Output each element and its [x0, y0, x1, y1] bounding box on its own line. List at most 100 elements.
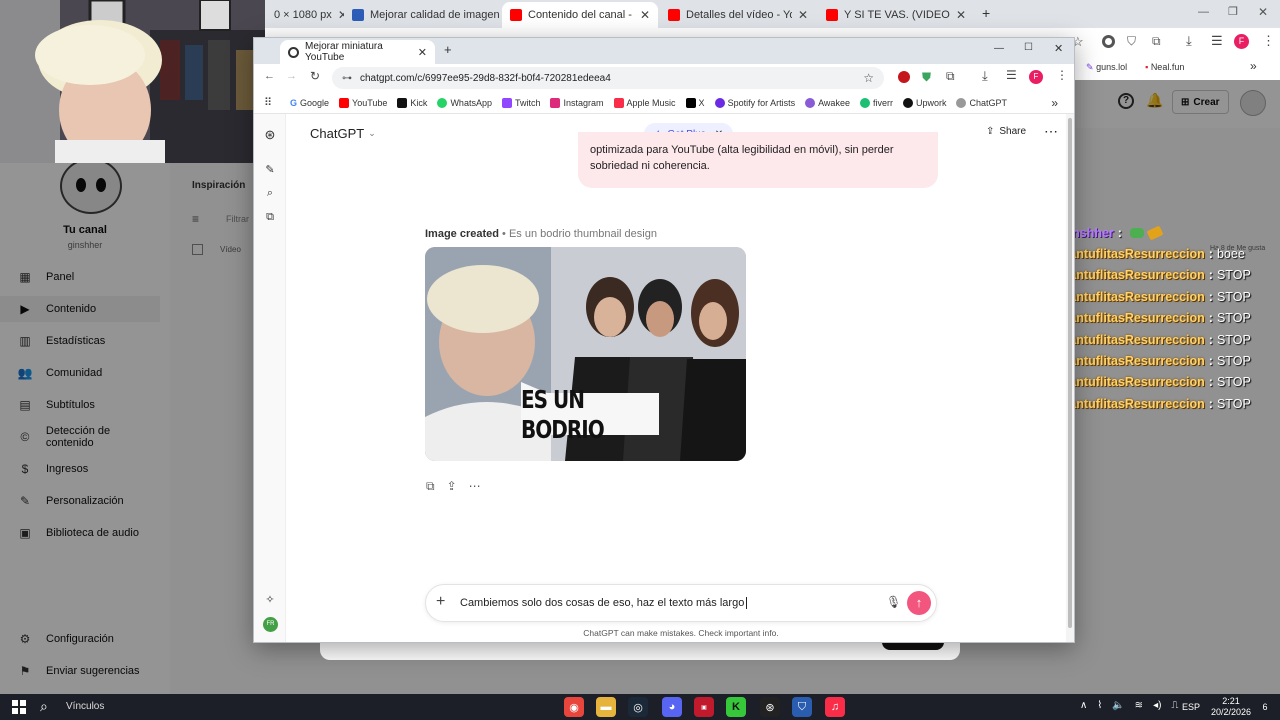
model-selector[interactable]: ChatGPT ⌄ [310, 126, 376, 141]
bookmark-upwork[interactable]: Upwork [902, 97, 946, 108]
network-icon[interactable]: ⌇ [1097, 700, 1102, 711]
minimize-icon[interactable]: — [994, 43, 1004, 54]
new-chat-icon[interactable]: ✎ [263, 162, 277, 176]
steam-app-icon[interactable]: ◎ [628, 697, 648, 717]
bookmark-youtube[interactable]: YouTube [339, 97, 387, 108]
generated-thumbnail-image[interactable]: ES UN BODRIO [425, 247, 746, 461]
extension-icon[interactable] [1102, 35, 1115, 48]
reload-icon[interactable]: ↻ [310, 69, 320, 83]
more-options-icon[interactable]: ⋯ [1044, 123, 1058, 140]
address-bar[interactable]: ⊶ chatgpt.com/c/6997ee95-29d8-832f-b0f4-… [332, 67, 884, 89]
volume-icon[interactable]: ◂) [1153, 700, 1161, 711]
menu-icon[interactable]: ⋮ [1262, 33, 1275, 49]
bookmark-whatsapp[interactable]: WhatsApp [437, 97, 492, 108]
profile-icon[interactable]: F [1029, 70, 1043, 84]
bg-tab-4[interactable]: Y SI TE VAS. (VIDEO OFICIAL) - ✕ [818, 2, 974, 28]
shield-icon[interactable]: ⛊ [922, 70, 931, 85]
bg-tab-1[interactable]: Mejorar calidad de imagen onl✕ [344, 2, 502, 28]
start-icon[interactable] [12, 700, 26, 714]
share-button[interactable]: ⇪ Share [986, 126, 1026, 137]
close-icon[interactable]: ✕ [640, 8, 650, 22]
star-icon[interactable]: ☆ [863, 71, 874, 85]
bookmark-instagram[interactable]: Instagram [550, 97, 604, 108]
tab-mejorar-miniatura[interactable]: Mejorar miniatura YouTube ✕ [280, 40, 435, 64]
openai-app-icon[interactable]: ⊛ [760, 697, 780, 717]
adblock-icon[interactable] [898, 71, 910, 83]
close-icon[interactable]: ✕ [798, 8, 808, 22]
bg-tab-3[interactable]: Detalles del vídeo - YouTube St ✕ [660, 2, 816, 28]
bookmark-apple-music[interactable]: Apple Music [613, 97, 676, 108]
obs-voice-app-icon[interactable]: ▣ [694, 697, 714, 717]
bookmark-nealfun[interactable]: ▪ Neal.fun [1145, 62, 1184, 73]
apps-grid-icon[interactable]: ⠿ [264, 96, 272, 109]
minimize-icon[interactable]: — [1198, 6, 1209, 18]
back-icon[interactable]: ← [264, 70, 275, 82]
puzzle-icon[interactable]: ⧉ [946, 69, 955, 84]
close-window-icon[interactable]: ✕ [1054, 42, 1063, 55]
site-info-icon[interactable]: ⊶ [342, 73, 352, 84]
prompt-input[interactable]: Cambiemos solo dos cosas de eso, haz el … [460, 597, 748, 609]
bookmark-gunslol[interactable]: ✎ guns.lol [1086, 62, 1127, 73]
search-icon[interactable]: ⌕ [263, 186, 277, 200]
bookmark-twitch[interactable]: Twitch [501, 97, 540, 108]
new-tab-icon[interactable]: + [444, 42, 452, 57]
library-icon[interactable]: ⧉ [263, 210, 277, 224]
send-button[interactable]: ↑ [907, 591, 931, 615]
bookmark-chatgpt[interactable]: ChatGPT [956, 97, 1007, 108]
menu-icon[interactable]: ⋮ [1056, 68, 1068, 82]
taskbar-search-label[interactable]: Vínculos [66, 701, 104, 712]
search-icon[interactable]: ⌕ [40, 698, 48, 715]
media-icon[interactable]: ☰ [1006, 68, 1017, 82]
chatgpt-browser-window: Mejorar miniatura YouTube ✕ + — ☐ ✕ ← → … [253, 37, 1075, 643]
forward-icon[interactable]: → [286, 70, 297, 82]
shield-icon[interactable]: ⛉ [1127, 34, 1136, 49]
notification-count[interactable]: 6 [1258, 700, 1272, 714]
maximize-icon[interactable]: ❐ [1228, 5, 1238, 18]
file-explorer-icon[interactable]: ▬ [596, 697, 616, 717]
openai-logo-icon[interactable]: ⊛ [263, 127, 277, 142]
plus-icon[interactable]: + [436, 593, 445, 611]
more-bookmarks-icon[interactable]: » [1051, 96, 1058, 110]
bookmark-fiverr[interactable]: fiverr [859, 97, 893, 108]
download-icon[interactable]: ⤓ [982, 68, 988, 84]
sparkle-icon[interactable]: ✧ [263, 592, 277, 606]
chat-separator: : [1208, 311, 1213, 326]
apple-music-app-icon[interactable]: ♫ [825, 697, 845, 717]
copy-icon[interactable]: ⧉ [426, 479, 435, 494]
bookmark-spotify[interactable]: Spotify for Artists [714, 97, 795, 108]
profile-icon[interactable]: F [1234, 34, 1249, 49]
bookmark-x[interactable]: X [685, 97, 705, 108]
scrollbar[interactable] [1066, 114, 1074, 642]
media-icon[interactable]: ☰ [1211, 33, 1223, 49]
wifi-icon[interactable]: ≋ [1135, 700, 1143, 711]
bg-tab-2[interactable]: Contenido del canal - YouTube ✕ [502, 2, 658, 28]
language-indicator[interactable]: ESP [1182, 702, 1200, 712]
kick-app-icon[interactable]: K [726, 697, 746, 717]
close-window-icon[interactable]: ✕ [1258, 5, 1268, 19]
bookmark-google[interactable]: G Google [290, 98, 329, 108]
bg-tab-0[interactable]: 0 × 1080 px ✕ [266, 2, 344, 28]
image-created-caption: Image created • Es un bodrio thumbnail d… [425, 228, 657, 240]
power-icon[interactable]: ⎍ [1171, 700, 1178, 711]
more-bookmarks-icon[interactable]: » [1250, 59, 1257, 73]
speaker-icon[interactable]: 🔈 [1112, 700, 1124, 711]
tray-chevron-icon[interactable]: ∧ [1080, 700, 1087, 711]
close-icon[interactable]: ✕ [956, 8, 966, 22]
download-icon[interactable]: ⤓ [1186, 33, 1192, 49]
clock[interactable]: 2:21 20/2/2026 [1206, 696, 1256, 718]
shield-app-icon[interactable]: ⛉ [792, 697, 812, 717]
chrome-app-icon[interactable]: ◉ [564, 697, 584, 717]
maximize-icon[interactable]: ☐ [1024, 42, 1033, 53]
discord-app-icon[interactable]: ◕ [662, 697, 682, 717]
bookmark-awakee[interactable]: Awakee [805, 97, 850, 108]
chat-message: ⚔PantuflitasResurreccion:STOP [1045, 393, 1280, 414]
share-icon[interactable]: ⇪ [447, 479, 457, 494]
user-avatar[interactable]: FR [263, 617, 278, 632]
new-tab-icon[interactable]: + [982, 5, 990, 21]
close-icon[interactable]: ✕ [418, 46, 427, 59]
bookmark-kick[interactable]: Kick [397, 97, 427, 108]
puzzle-icon[interactable]: ⧉ [1152, 34, 1161, 49]
more-options-icon[interactable]: ⋯ [469, 479, 481, 494]
microphone-icon[interactable]: 🎙 [886, 595, 901, 609]
scrollbar-thumb[interactable] [1068, 118, 1072, 628]
